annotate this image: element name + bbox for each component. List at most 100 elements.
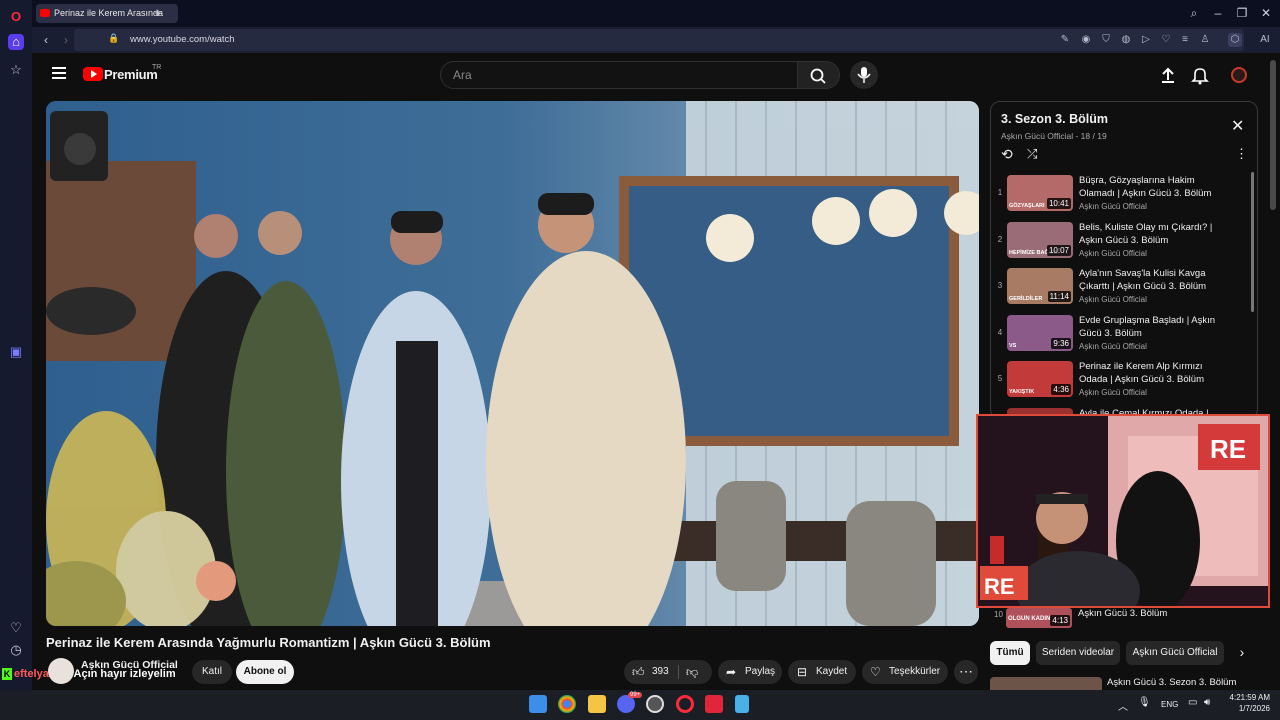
search-tabs-icon[interactable]: ⌕ <box>1186 5 1202 21</box>
clock-time[interactable]: 4:21:59 AM <box>1224 693 1270 702</box>
playlist-item-title: Evde Gruplaşma Başladı | Aşkın Gücü 3. B… <box>1079 314 1216 339</box>
bookmarks-icon[interactable]: ☆ <box>8 62 24 78</box>
maximize-icon[interactable]: ❐ <box>1234 5 1250 21</box>
account-icon[interactable]: ♙ <box>1198 33 1212 47</box>
volume-icon[interactable]: 🔊︎ <box>1204 697 1210 708</box>
edit-icon[interactable]: ✎ <box>1058 33 1072 47</box>
duration: 4:13 <box>1050 615 1070 626</box>
ai-icon[interactable]: AI <box>1254 33 1276 47</box>
like-icon[interactable]: 👍︎ <box>632 660 645 684</box>
file-explorer-icon[interactable] <box>588 695 606 713</box>
recommended-title[interactable]: Aşkın Gücü 3. Sezon 3. Bölüm <box>1107 677 1236 688</box>
hamburger-menu-icon[interactable] <box>52 67 66 79</box>
mic-tray-icon[interactable]: 🎙︎ <box>1138 697 1151 708</box>
search-button[interactable] <box>798 61 840 89</box>
obs-icon[interactable] <box>646 695 664 713</box>
thumb-text: OLGUN KADIN <box>1008 616 1051 622</box>
page-scrollbar[interactable] <box>1270 60 1276 210</box>
recommended-thumbnail[interactable] <box>990 677 1102 690</box>
more-actions-button[interactable]: ⋯ <box>954 660 978 684</box>
playlist-item[interactable]: 1 GÖZYAŞLARI 10:41 Büşra, Gözyaşlarına Haki… <box>991 172 1255 218</box>
lock-icon: 🔒 <box>108 33 120 43</box>
playlist-item-num: 4 <box>997 327 1003 337</box>
twitch-icon[interactable]: ▣ <box>8 344 24 360</box>
playlist-title[interactable]: 3. Sezon 3. Bölüm <box>1001 112 1108 126</box>
playlist-item-title: Aşkın Gücü 3. Bölüm <box>1078 608 1168 619</box>
kick-icon: K <box>2 668 12 680</box>
display-icon[interactable]: ▭ <box>1188 697 1197 708</box>
playlist-item[interactable]: 3 GERİLDİLER 11:14 Ayla'nın Savaş'la Kulisi… <box>991 265 1255 311</box>
play-icon[interactable]: ▷ <box>1139 33 1153 47</box>
playlist-item[interactable]: 2 HEPİMİZE BAĞIRDI 10:07 Belis, Kuliste Ola… <box>991 219 1255 265</box>
dislike-icon[interactable]: 👎︎ <box>686 660 698 684</box>
shuffle-icon[interactable]: ⤮ <box>1027 146 1037 162</box>
tray-chevron-icon[interactable]: ︿ <box>1118 698 1128 713</box>
video-frame <box>46 101 979 626</box>
subscribe-button[interactable]: Abone ol <box>236 660 294 684</box>
playlist-item[interactable]: 5 YAKIŞTIK 4:36 Perinaz ile Kerem Alp Kırmı… <box>991 358 1255 404</box>
chips-next-icon[interactable]: › <box>1234 644 1250 662</box>
avatar[interactable] <box>1231 67 1247 83</box>
video-title: Perinaz ile Kerem Arasında Yağmurlu Roma… <box>46 635 491 650</box>
opera-logo-icon[interactable]: O <box>8 9 24 25</box>
playlist-item-thumb: GÖZYAŞLARI 10:41 <box>1007 175 1073 211</box>
save-button[interactable]: ⊟ Kaydet <box>788 660 856 684</box>
shield-icon[interactable]: ⛉ <box>1099 33 1113 47</box>
thumb-text: GERİLDİLER <box>1009 296 1043 302</box>
heart-toolbar-icon[interactable]: ♡ <box>1159 33 1173 47</box>
share-label: Paylaş <box>745 666 776 677</box>
save-icon: ⊟ <box>797 665 808 679</box>
heart-icon[interactable]: ♡ <box>8 620 24 636</box>
channel-name[interactable]: Aşkın Gücü Official <box>81 659 181 671</box>
thanks-label: Teşekkürler <box>889 666 941 677</box>
close-window-icon[interactable]: ✕ <box>1258 5 1274 21</box>
playlist-item-thumb: HEPİMİZE BAĞIRDI 10:07 <box>1007 221 1073 258</box>
join-button[interactable]: Katıl <box>192 660 232 684</box>
playlist-item-title: Ayla'nın Savaş'la Kulisi Kavga Çıkarttı … <box>1079 268 1207 292</box>
thumb-text: YAKIŞTIK <box>1009 389 1035 395</box>
forward-icon[interactable]: › <box>58 32 74 48</box>
notepad-icon[interactable] <box>735 695 749 713</box>
upload-icon[interactable] <box>1158 65 1178 85</box>
duration: 10:41 <box>1046 198 1071 209</box>
chip-series[interactable]: Seriden videolar <box>1036 641 1120 665</box>
minimize-icon[interactable]: – <box>1210 5 1226 21</box>
share-button[interactable]: ➦ Paylaş <box>718 660 782 684</box>
chip-all[interactable]: Tümü <box>990 641 1030 665</box>
voice-search-button[interactable] <box>850 61 878 89</box>
extension-icon[interactable]: ⬡ <box>1228 33 1242 47</box>
back-icon[interactable]: ‹ <box>38 32 54 48</box>
opera-icon[interactable] <box>676 695 694 713</box>
playlist-item-num: 3 <box>997 281 1003 290</box>
playlist-item-title: Büşra, Gözyaşlarına Hakim Olamadı | Aşkı… <box>1079 175 1212 199</box>
menu-lines-icon[interactable]: ≡ <box>1178 33 1192 47</box>
webcam-overlay: RE RE <box>976 414 1270 608</box>
playlist-item[interactable]: 4 VS 9:36 Evde Gruplaşma Başladı | Aşkın Gü… <box>991 312 1255 358</box>
playlist-item-10[interactable]: 10 OLGUN KADIN 4:13 Aşkın Gücü 3. Bölüm <box>990 608 1254 628</box>
start-icon[interactable] <box>529 695 547 713</box>
duration: 10:07 <box>1046 244 1071 256</box>
loop-icon[interactable]: ⟲ <box>1001 146 1013 163</box>
new-tab-icon[interactable]: + <box>150 5 166 21</box>
home-icon[interactable]: ⌂ <box>8 34 24 50</box>
playlist-item-channel: Aşkın Gücü Official <box>1079 341 1147 351</box>
chrome-icon[interactable] <box>558 695 576 713</box>
history-icon[interactable]: ◷ <box>8 642 24 658</box>
close-playlist-icon[interactable]: ✕ <box>1231 116 1244 136</box>
youtube-logo-icon[interactable] <box>83 67 103 81</box>
search-input[interactable]: Ara <box>440 61 798 89</box>
video-player[interactable] <box>46 101 979 626</box>
vpn-icon[interactable]: ◍ <box>1119 33 1133 47</box>
webcam-frame: RE RE <box>978 416 1268 606</box>
thanks-button[interactable]: ♡ Teşekkürler <box>862 660 948 684</box>
channel-avatar[interactable] <box>48 658 74 684</box>
language-indicator[interactable]: ENG <box>1161 700 1178 709</box>
notifications-bell-icon[interactable] <box>1190 65 1210 85</box>
camera-icon[interactable]: ◉ <box>1079 33 1093 47</box>
playlist-menu-icon[interactable]: ⋮ <box>1235 146 1248 162</box>
opera-gx-icon[interactable] <box>705 695 723 713</box>
playlist-items: 1 GÖZYAŞLARI 10:41 Büşra, Gözyaşlarına Haki… <box>991 172 1255 418</box>
clock-date[interactable]: 1/7/2026 <box>1224 704 1270 713</box>
save-label: Kaydet <box>816 666 848 677</box>
chip-channel[interactable]: Aşkın Gücü Official <box>1126 641 1224 665</box>
